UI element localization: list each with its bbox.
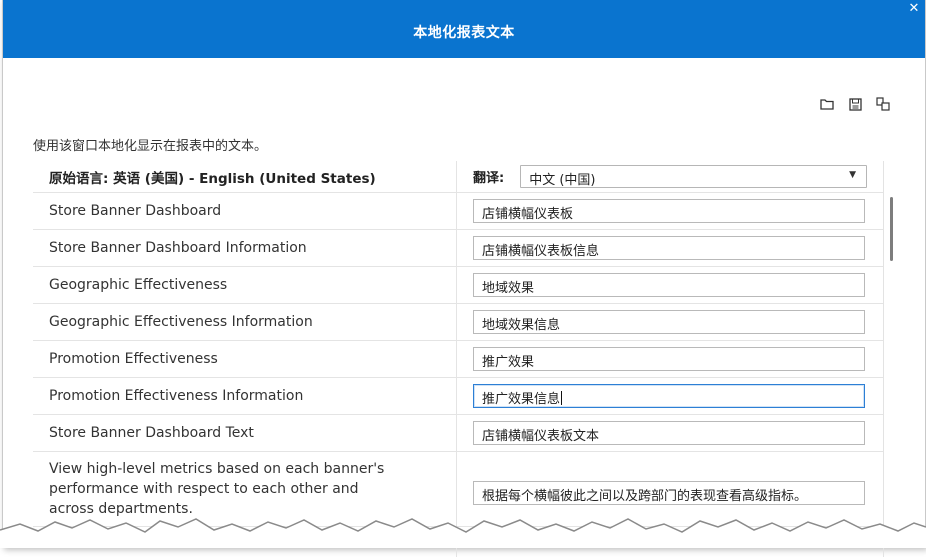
save-icon[interactable] [847,96,863,112]
close-icon[interactable]: ✕ [907,2,921,16]
translation-input[interactable]: 地域效果 [473,273,865,297]
table-row: Store Banner Dashboard 店铺横幅仪表板 [33,193,883,230]
vertical-scrollbar[interactable] [890,197,893,261]
translation-input[interactable]: 地域效果信息 [473,310,865,334]
table-row: Geographic Effectiveness Information 地域效… [33,304,883,341]
original-text: Geographic Effectiveness [33,267,457,303]
translation-input-focused[interactable]: 推广效果信息 [473,384,865,408]
original-language-header: 原始语言: 英语 (美国) - English (United States) [33,161,457,192]
table-row: Promotion Effectiveness 推广效果 [33,341,883,378]
table-row: Store Banner Dashboard Text 店铺横幅仪表板文本 [33,415,883,452]
folder-icon[interactable] [819,96,835,112]
instruction-text: 使用该窗口本地化显示在报表中的文本。 [33,139,268,154]
localize-report-text-dialog: 本地化报表文本 ✕ 使用该窗口本地化显示在报表中的文本。 原始语言: 英语 (美… [2,0,926,557]
original-text: Geographic Effectiveness Information [33,304,457,340]
translation-input-value: 推广效果信息 [482,392,561,407]
dialog-title: 本地化报表文本 [413,25,515,41]
translation-input[interactable]: 店铺横幅仪表板 [473,199,865,223]
original-text: Promotion Effectiveness [33,341,457,377]
translation-input[interactable]: 推广效果 [473,347,865,371]
translation-input[interactable]: 店铺横幅仪表板文本 [473,421,865,445]
translation-language-select[interactable]: 中文 (中国) ▼ [520,165,867,188]
original-text: Store Banner Dashboard [33,193,457,229]
dropdown-arrow-icon: ▼ [849,170,856,180]
grid-header-row: 原始语言: 英语 (美国) - English (United States) … [33,161,883,193]
table-row: Store Banner Dashboard Information 店铺横幅仪… [33,230,883,267]
dialog-titlebar: 本地化报表文本 ✕ [3,0,925,58]
translation-input[interactable]: 店铺横幅仪表板信息 [473,236,865,260]
original-text: Store Banner Dashboard Information [33,230,457,266]
table-row: Geographic Effectiveness 地域效果 [33,267,883,304]
localization-grid: 原始语言: 英语 (美国) - English (United States) … [33,161,884,557]
toolbar [819,96,891,112]
original-text: Store Banner Dashboard Text [33,415,457,451]
translation-language-value: 中文 (中国) [529,173,596,188]
translation-label: 翻译: [473,171,505,186]
text-caret [561,391,563,405]
table-row: Promotion Effectiveness Information 推广效果… [33,378,883,415]
torn-edge [0,518,926,548]
original-text: Promotion Effectiveness Information [33,378,457,414]
copy-icon[interactable] [875,96,891,112]
